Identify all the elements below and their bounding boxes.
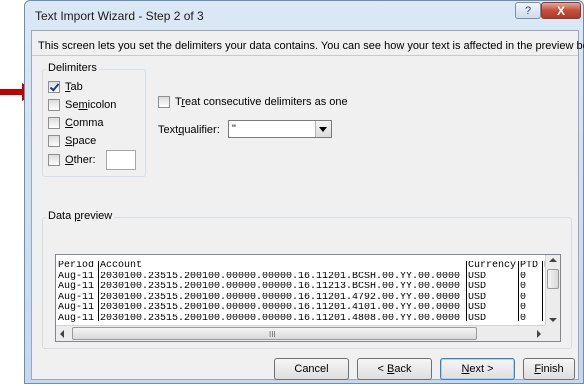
preview-cell: Aug-11: [58, 313, 95, 324]
text-qualifier-value: ": [232, 123, 236, 135]
preview-cell: Aug-11: [58, 282, 95, 292]
delimiters-label: Delimiters: [46, 62, 99, 74]
comma-checkbox-row[interactable]: Comma: [48, 116, 104, 130]
vertical-scroll-thumb[interactable]: [547, 269, 559, 289]
semicolon-checkbox-row[interactable]: Semicolon: [48, 98, 116, 112]
text-qualifier-label: Text q ualifier:: [158, 124, 220, 136]
preview-cell: 0: [520, 313, 527, 324]
help-button[interactable]: ?: [515, 2, 541, 19]
preview-vertical-scrollbar[interactable]: [545, 255, 560, 325]
scroll-right-arrow-icon[interactable]: [537, 330, 541, 338]
scroll-grip-icon: III: [269, 330, 276, 339]
preview-cell: USD: [468, 271, 487, 282]
other-checkbox[interactable]: [48, 154, 60, 166]
intro-text: This screen lets you set the delimiters …: [38, 40, 584, 52]
data-preview-pane[interactable]: PeriodAccountCurrencyPTDPTAug-112030100.…: [55, 254, 561, 342]
dialog-body: This screen lets you set the delimiters …: [31, 30, 584, 380]
preview-cell: Aug-11: [58, 292, 95, 303]
text-import-wizard-window: Text Import Wizard - Step 2 of 3 ? X Thi…: [24, 0, 584, 384]
preview-data-row: Aug-11 2030100.23515.200100.00000.00000.1…: [57, 313, 560, 325]
next-button[interactable]: Next >: [440, 358, 515, 380]
other-label: Other:: [65, 154, 96, 166]
back-button[interactable]: < Back: [357, 358, 432, 380]
tab-label: Tab: [65, 81, 83, 93]
preview-data-row: Aug-11 2030100.23515.200100.00000.00000.1…: [57, 292, 560, 304]
scrollbar-corner: [545, 325, 560, 341]
preview-cell: 2030100.23515.200100.00000.00000.16.1121…: [100, 282, 461, 292]
text-qualifier-select[interactable]: ": [228, 120, 332, 138]
preview-cell: 2030100.23515.200100.00000.00000.16.1120…: [100, 303, 461, 313]
preview-table: PeriodAccountCurrencyPTDPTAug-112030100.…: [57, 261, 560, 325]
preview-cell: Aug-11: [58, 271, 95, 282]
window-title: Text Import Wizard - Step 2 of 3: [35, 9, 204, 23]
chevron-down-icon[interactable]: [315, 121, 331, 137]
preview-data-row: Aug-11 2030100.23515.200100.00000.00000.1…: [57, 303, 560, 314]
comma-label: Comma: [65, 117, 104, 129]
treat-consecutive-label: Treat consecutive delimiters as one: [175, 96, 348, 108]
preview-column-header[interactable]: Period: [57, 261, 99, 272]
preview-header-row: PeriodAccountCurrencyPTDPT: [57, 261, 560, 272]
close-button[interactable]: X: [541, 2, 581, 19]
space-checkbox[interactable]: [48, 135, 60, 147]
header-separator: [32, 55, 578, 56]
preview-cell: 0: [520, 271, 527, 282]
preview-cell: 0: [520, 303, 527, 313]
column-break-line[interactable]: [98, 261, 99, 321]
space-checkbox-row[interactable]: Space: [48, 134, 96, 148]
preview-cell: Aug-11: [58, 303, 95, 313]
tab-checkbox-row[interactable]: Tab: [48, 80, 83, 94]
semicolon-label: Semicolon: [65, 99, 117, 111]
space-label: Space: [65, 135, 97, 147]
preview-cell: USD: [468, 313, 487, 324]
preview-column-header[interactable]: Currency: [467, 261, 519, 272]
semicolon-checkbox[interactable]: [48, 99, 60, 111]
preview-column-header[interactable]: PTD: [519, 261, 543, 272]
data-preview-label: Data preview: [46, 210, 115, 222]
tab-checkbox[interactable]: [48, 81, 60, 93]
column-break-line[interactable]: [518, 261, 519, 321]
scroll-left-arrow-icon[interactable]: [60, 330, 64, 338]
preview-data-row: Aug-11 2030100.23515.200100.00000.00000.1…: [57, 271, 560, 283]
treat-consecutive-checkbox[interactable]: [158, 96, 170, 108]
treat-consecutive-row[interactable]: Treat consecutive delimiters as one: [158, 95, 348, 109]
horizontal-scroll-thumb[interactable]: III: [72, 327, 477, 340]
scroll-down-arrow-icon[interactable]: [549, 318, 557, 322]
other-checkbox-row[interactable]: Other:: [48, 150, 136, 170]
preview-cell: USD: [468, 303, 487, 313]
preview-cell: 0: [520, 292, 527, 303]
cancel-button[interactable]: Cancel: [274, 358, 349, 380]
column-break-line[interactable]: [542, 261, 543, 321]
finish-button[interactable]: Finish: [523, 358, 575, 380]
preview-data-row: Aug-11 2030100.23515.200100.00000.00000.1…: [57, 282, 560, 293]
other-delimiter-input[interactable]: [105, 150, 136, 170]
preview-column-header[interactable]: Account: [99, 261, 467, 272]
scroll-up-arrow-icon[interactable]: [549, 258, 557, 262]
preview-cell: 2030100.23515.200100.00000.00000.16.1120…: [100, 271, 461, 282]
preview-cell: 0: [520, 282, 527, 292]
preview-cell: USD: [468, 292, 487, 303]
comma-checkbox[interactable]: [48, 117, 60, 129]
column-break-line[interactable]: [466, 261, 467, 321]
preview-cell: 2030100.23515.200100.00000.00000.16.1120…: [100, 292, 461, 303]
preview-horizontal-scrollbar[interactable]: III: [56, 325, 545, 341]
preview-cell: 2030100.23515.200100.00000.00000.16.1120…: [100, 313, 461, 324]
preview-cell: USD: [468, 282, 487, 292]
